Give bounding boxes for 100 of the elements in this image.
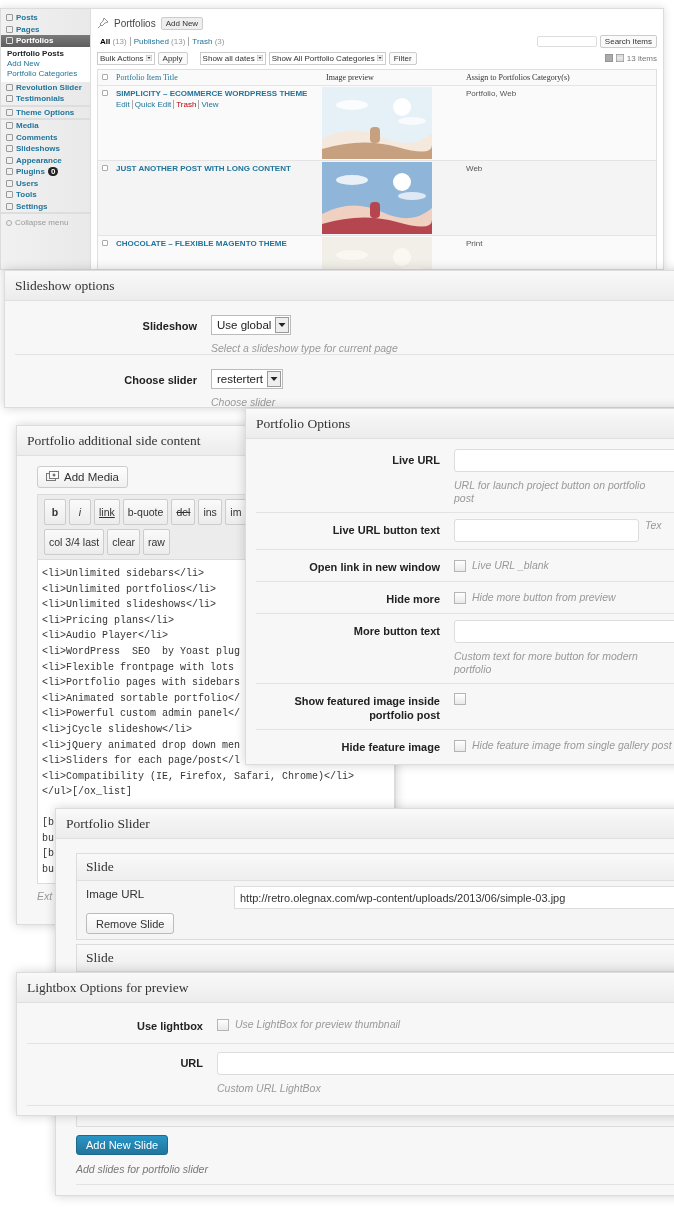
row-checkbox[interactable] (102, 90, 108, 96)
code-line: <li>Unlimited slideshows</li> (42, 598, 217, 613)
text-field[interactable] (217, 1052, 674, 1075)
field-label: URL (179, 1056, 203, 1071)
checkbox[interactable] (454, 693, 466, 705)
caret-icon (256, 55, 263, 61)
status-filter-link[interactable]: All (13) (97, 36, 130, 46)
field-label: Hide feature image (340, 740, 440, 754)
category-filter-dropdown[interactable]: Show All Portfolio Categories (268, 51, 386, 65)
checkbox-label: Hide feature image from single gallery post (472, 739, 672, 752)
caret-icon (267, 370, 281, 387)
field-hint: URL for launch project button on portfolio post (454, 479, 647, 505)
search-field[interactable] (536, 35, 597, 47)
toolbar-button[interactable]: del (171, 499, 196, 525)
table-cell-text: Print (465, 238, 484, 250)
toolbar-button[interactable]: b-quote (122, 499, 169, 525)
checkbox[interactable] (454, 591, 466, 604)
menu-item[interactable]: Plugins 0 (1, 166, 90, 178)
text-field[interactable] (454, 449, 674, 472)
row-action-link[interactable]: View (198, 100, 221, 109)
pin-icon (97, 17, 109, 29)
toolbar-button[interactable]: raw (142, 529, 170, 555)
checkbox[interactable] (454, 559, 466, 572)
text-field[interactable] (454, 620, 674, 643)
field-label: Use lightbox (136, 1019, 203, 1033)
post-title-link[interactable]: JUST ANOTHER POST WITH LONG CONTENT (116, 164, 291, 173)
field-hint: Tex (645, 519, 662, 532)
image-url-field[interactable]: http://retro.olegnax.com/wp-content/uploads/2013/06/simple-03.jpg (234, 886, 674, 909)
checkbox[interactable] (217, 1018, 229, 1031)
menu-item[interactable]: Revolution Slider (1, 81, 90, 93)
remove-slide-button[interactable]: Remove Slide (86, 913, 175, 934)
excerpt-view-icon[interactable] (615, 54, 624, 62)
submenu-item[interactable]: Portfolio Posts (1, 48, 64, 59)
menu-item[interactable]: Posts (1, 12, 90, 24)
field-label: Image URL (86, 887, 145, 900)
apply-button[interactable]: Apply (157, 51, 188, 65)
caret-icon (145, 55, 152, 61)
date-filter-dropdown[interactable]: Show all dates (199, 51, 266, 65)
column-header: Image preview (325, 72, 375, 84)
menu-item[interactable]: Comments (1, 131, 90, 143)
checkbox-label: Live URL _blank (472, 559, 549, 572)
code-line: <li>Flexible frontpage with lots (42, 660, 235, 675)
menu-item[interactable]: Users (1, 177, 90, 189)
menu-item[interactable]: Appearance (1, 154, 90, 166)
menu-item[interactable]: Portfolios (1, 35, 90, 47)
toolbar-button[interactable]: b (44, 499, 66, 525)
menu-item[interactable]: Slideshows (1, 143, 90, 155)
toolbar-button[interactable]: link (94, 499, 120, 525)
submenu-item[interactable]: Add New (1, 58, 40, 69)
post-title-link[interactable]: CHOCOLATE – FLEXIBLE MAGENTO THEME (116, 239, 287, 248)
column-header: Assign to Portfolios Category(s) (465, 72, 571, 84)
code-line: <li>Compatibility (IE, Firefox, Safari, Chrome)</li> (42, 769, 355, 784)
add-new-slide-button[interactable]: Add New Slide (76, 1135, 169, 1155)
menu-item[interactable]: Tools (1, 189, 90, 201)
submenu-item[interactable]: Portfolio Categories (1, 68, 78, 79)
toolbar-button[interactable]: im (224, 499, 247, 525)
toolbar-button[interactable]: ins (198, 499, 222, 525)
table-cell-text: Portfolio, Web (465, 88, 518, 100)
field-hint: Custom URL LightBox (217, 1082, 321, 1095)
bulk-actions-dropdown[interactable]: Bulk Actions (97, 51, 155, 65)
field-hint: Add slides for portfolio slider (76, 1163, 208, 1176)
field-label: More button text (352, 624, 440, 639)
row-action-link[interactable]: Edit (116, 100, 132, 109)
menu-item[interactable]: Settings (1, 200, 90, 212)
slide-title: Slide (77, 854, 674, 881)
checkbox[interactable] (454, 739, 466, 752)
field-hint: Choose slider (211, 395, 276, 407)
code-line: <li>jQuery animated drop down men (42, 738, 241, 753)
code-line: <li>Audio Player</li> (42, 629, 169, 644)
row-action-link[interactable]: Quick Edit (131, 100, 174, 109)
editor-hint: Ext (37, 890, 53, 903)
text-field[interactable] (454, 519, 639, 542)
toolbar-button[interactable]: i (69, 499, 91, 525)
code-line: <li>Sliders for each page/post</l (42, 754, 241, 769)
column-header[interactable]: Portfolio Item Title (112, 70, 182, 85)
row-action-link[interactable]: Trash (173, 100, 199, 109)
count-badge: 0 (47, 167, 59, 177)
select-dropdown[interactable]: Use global (211, 315, 292, 335)
search-button[interactable]: Search Items (599, 34, 657, 48)
menu-item[interactable]: Theme Options (1, 106, 90, 118)
caret-icon (275, 317, 290, 333)
menu-item[interactable]: Pages (1, 23, 90, 35)
field-label: Choose slider (123, 372, 197, 388)
status-filter-link[interactable]: Trash (3) (188, 36, 228, 46)
select-dropdown[interactable]: restertert (211, 368, 283, 389)
select-all-checkbox[interactable] (102, 74, 108, 80)
list-view-icon[interactable] (604, 54, 613, 62)
add-new-button[interactable]: Add New (160, 16, 204, 30)
row-checkbox[interactable] (102, 240, 108, 246)
filter-button[interactable]: Filter (388, 51, 417, 65)
code-line: <li>Pricing plans</li> (42, 613, 175, 628)
post-title-link[interactable]: SIMPLICITY – ECOMMERCE WORDPRESS THEME (116, 89, 308, 98)
add-media-button[interactable]: Add Media (37, 466, 128, 488)
status-filter-link[interactable]: Published (13) (129, 36, 189, 46)
code-line: <li>Portfolio pages with sidebars (42, 676, 241, 691)
toolbar-button[interactable]: col 3/4 last (44, 529, 105, 555)
toolbar-button[interactable]: clear (107, 529, 140, 555)
row-checkbox[interactable] (102, 165, 108, 171)
menu-item[interactable]: Testimonials (1, 93, 90, 105)
menu-item[interactable]: Media (1, 120, 90, 132)
